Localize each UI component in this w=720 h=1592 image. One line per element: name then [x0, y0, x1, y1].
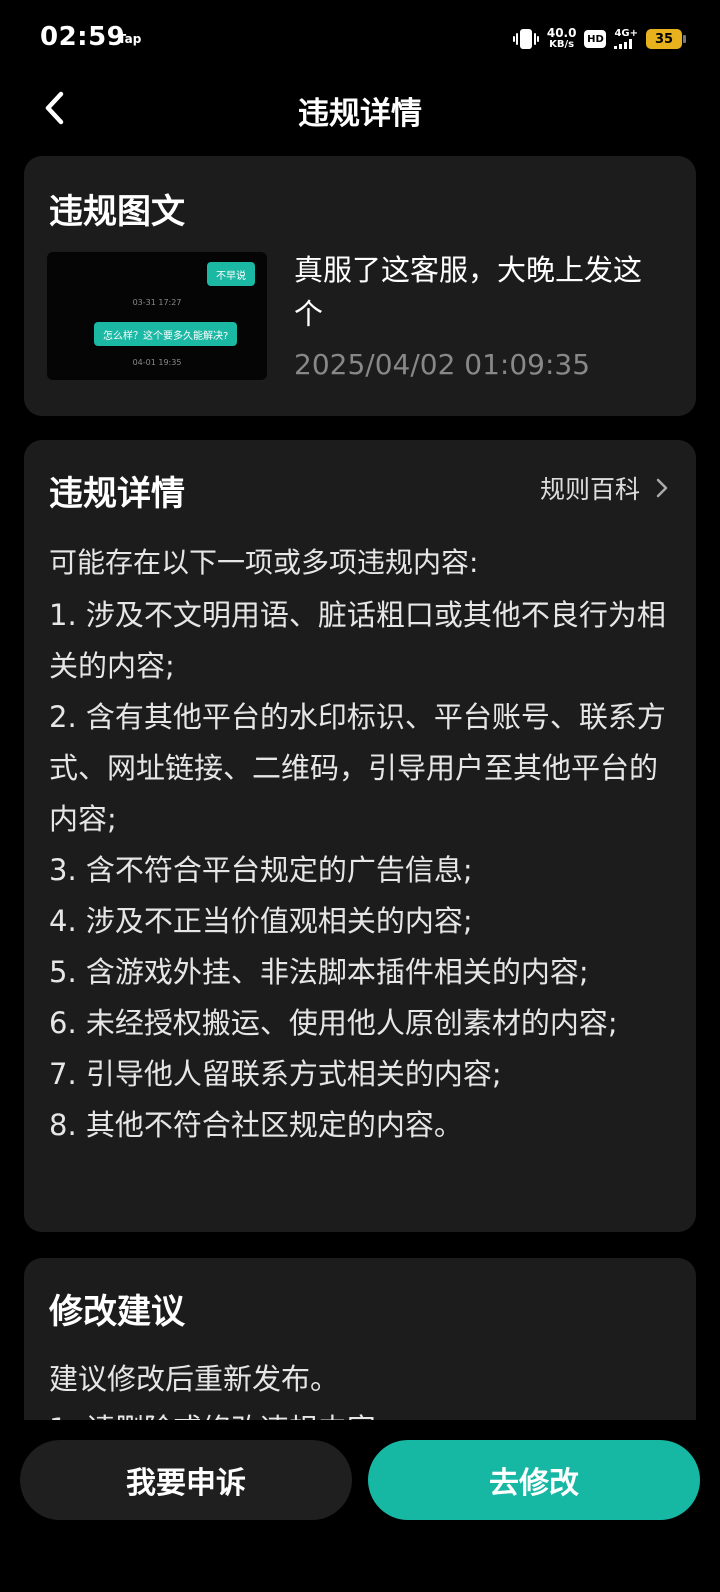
rule-item: 7. 引导他人留联系方式相关的内容;	[49, 1057, 502, 1091]
violation-detail-title: 违规详情	[49, 474, 185, 514]
post-thumbnail[interactable]: 不早说 03-31 17:27 怎么样？这个要多久能解决? 04-01 19:3…	[47, 252, 267, 380]
status-time: 02:59	[40, 22, 126, 52]
suggestion-title: 修改建议	[49, 1292, 185, 1332]
violation-detail-card: 违规详情 规则百科 可能存在以下一项或多项违规内容: 1. 涉及不文明用语、脏话…	[24, 440, 696, 1232]
violation-post-card[interactable]: 违规图文 不早说 03-31 17:27 怎么样？这个要多久能解决? 04-01…	[24, 156, 696, 416]
rule-item: 6. 未经授权搬运、使用他人原创素材的内容;	[49, 1006, 618, 1040]
violation-intro: 可能存在以下一项或多项违规内容:	[49, 546, 479, 579]
bottom-action-bar: 我要申诉 去修改	[0, 1420, 720, 1592]
chat-timestamp: 03-31 17:27	[132, 298, 182, 307]
network-type-label: 4G+	[614, 28, 638, 39]
appeal-button[interactable]: 我要申诉	[20, 1440, 352, 1520]
rule-item: 8. 其他不符合社区规定的内容。	[49, 1108, 463, 1142]
nav-bar: 违规详情	[0, 78, 720, 138]
cellular-status: 4G+	[614, 29, 638, 49]
rule-wiki-label: 规则百科	[539, 475, 640, 504]
chevron-right-icon	[656, 478, 668, 498]
chat-bubble-left: 怎么样？这个要多久能解决?	[94, 322, 238, 346]
rule-item: 5. 含游戏外挂、非法脚本插件相关的内容;	[49, 955, 589, 989]
app-tag: Tap	[118, 32, 142, 46]
page-title: 违规详情	[298, 96, 422, 132]
rule-item: 1. 涉及不文明用语、脏话粗口或其他不良行为相关的内容;	[49, 598, 666, 683]
post-time: 2025/04/02 01:09:35	[294, 348, 591, 381]
rule-item: 2. 含有其他平台的水印标识、平台账号、联系方式、网址链接、二维码，引导用户至其…	[49, 700, 666, 836]
network-speed: 40.0 KB/s	[547, 27, 577, 51]
chat-bubble-right: 不早说	[207, 262, 255, 286]
modify-button[interactable]: 去修改	[368, 1440, 700, 1520]
suggestion-text: 建议修改后重新发布。	[49, 1362, 340, 1396]
rule-wiki-link[interactable]: 规则百科	[540, 470, 668, 506]
status-bar: 02:59 Tap 40.0 KB/s HD 4G+ 35	[0, 0, 720, 78]
violation-rule-list: 1. 涉及不文明用语、脏话粗口或其他不良行为相关的内容; 2. 含有其他平台的水…	[49, 590, 679, 1151]
network-speed-unit: KB/s	[549, 39, 575, 50]
post-title: 真服了这客服，大晚上发这个	[294, 253, 643, 331]
screen: 02:59 Tap 40.0 KB/s HD 4G+ 35 违规详情 违规图文 …	[0, 0, 720, 1592]
violation-post-title: 违规图文	[49, 192, 185, 232]
status-icons: 40.0 KB/s HD 4G+ 35	[512, 24, 686, 54]
signal-icon	[614, 39, 633, 49]
chat-timestamp: 04-01 19:35	[132, 358, 182, 367]
hd-icon: HD	[584, 30, 607, 48]
vibrate-icon	[512, 27, 539, 51]
network-speed-value: 40.0	[546, 26, 577, 40]
rule-item: 4. 涉及不正当价值观相关的内容;	[49, 904, 473, 938]
battery-icon: 35	[646, 29, 686, 49]
rule-item: 3. 含不符合平台规定的广告信息;	[49, 853, 473, 887]
